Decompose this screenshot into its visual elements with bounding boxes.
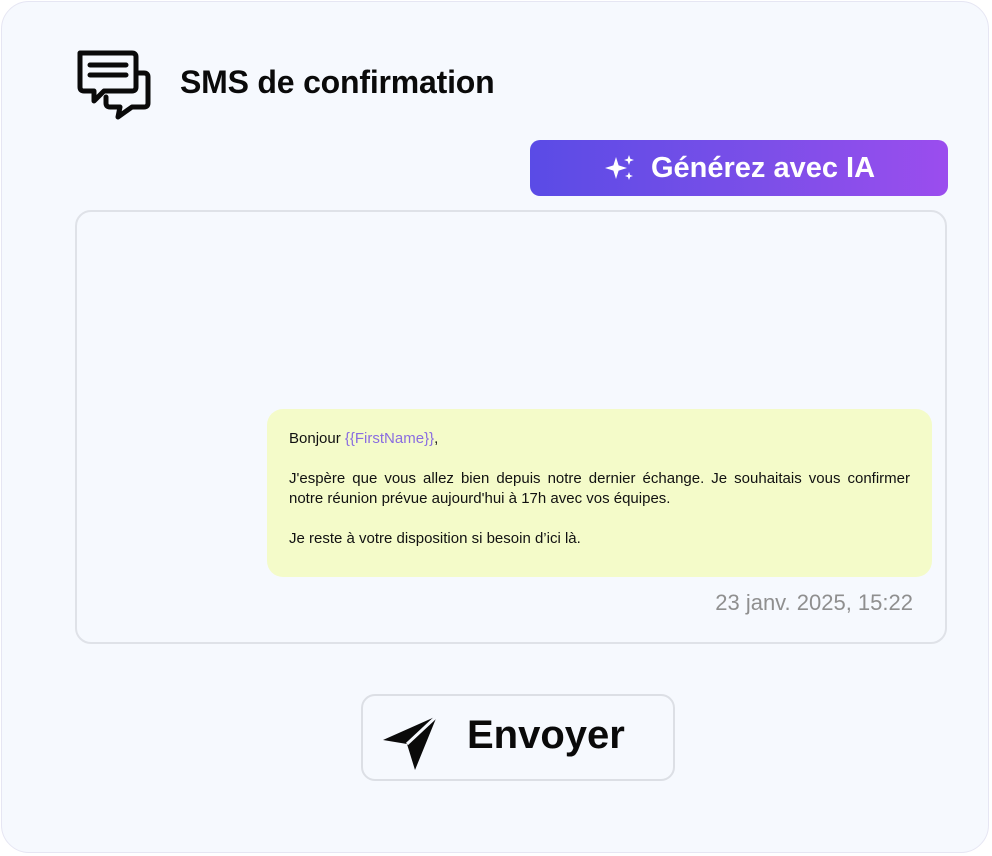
message-preview-panel: Bonjour {{FirstName}}, J'espère que vous… <box>75 210 947 644</box>
page-title: SMS de confirmation <box>180 64 495 100</box>
sms-composer-card: SMS de confirmation Générez avec IA Bonj… <box>1 1 989 853</box>
sms-message-bubble[interactable]: Bonjour {{FirstName}}, J'espère que vous… <box>267 409 932 577</box>
sparkle-icon <box>604 155 634 180</box>
greeting-suffix: , <box>434 430 439 447</box>
generate-with-ai-label: Générez avec IA <box>650 151 876 184</box>
generate-with-ai-button[interactable]: Générez avec IA <box>530 140 948 196</box>
message-paragraph-2: Je reste à votre disposition si besoin d… <box>289 530 581 547</box>
message-paragraph-1: J'espère que vous allez bien depuis notr… <box>289 470 910 507</box>
message-greeting: Bonjour {{FirstName}}, <box>289 429 910 449</box>
message-timestamp: 23 janv. 2025, 15:22 <box>715 590 913 615</box>
firstname-variable-token: {{FirstName}} <box>344 430 435 447</box>
greeting-prefix: Bonjour <box>289 430 345 447</box>
send-button-label: Envoyer <box>467 713 625 757</box>
send-button[interactable]: Envoyer <box>361 694 675 781</box>
chat-bubbles-icon <box>77 50 151 120</box>
paper-plane-icon <box>383 714 439 770</box>
